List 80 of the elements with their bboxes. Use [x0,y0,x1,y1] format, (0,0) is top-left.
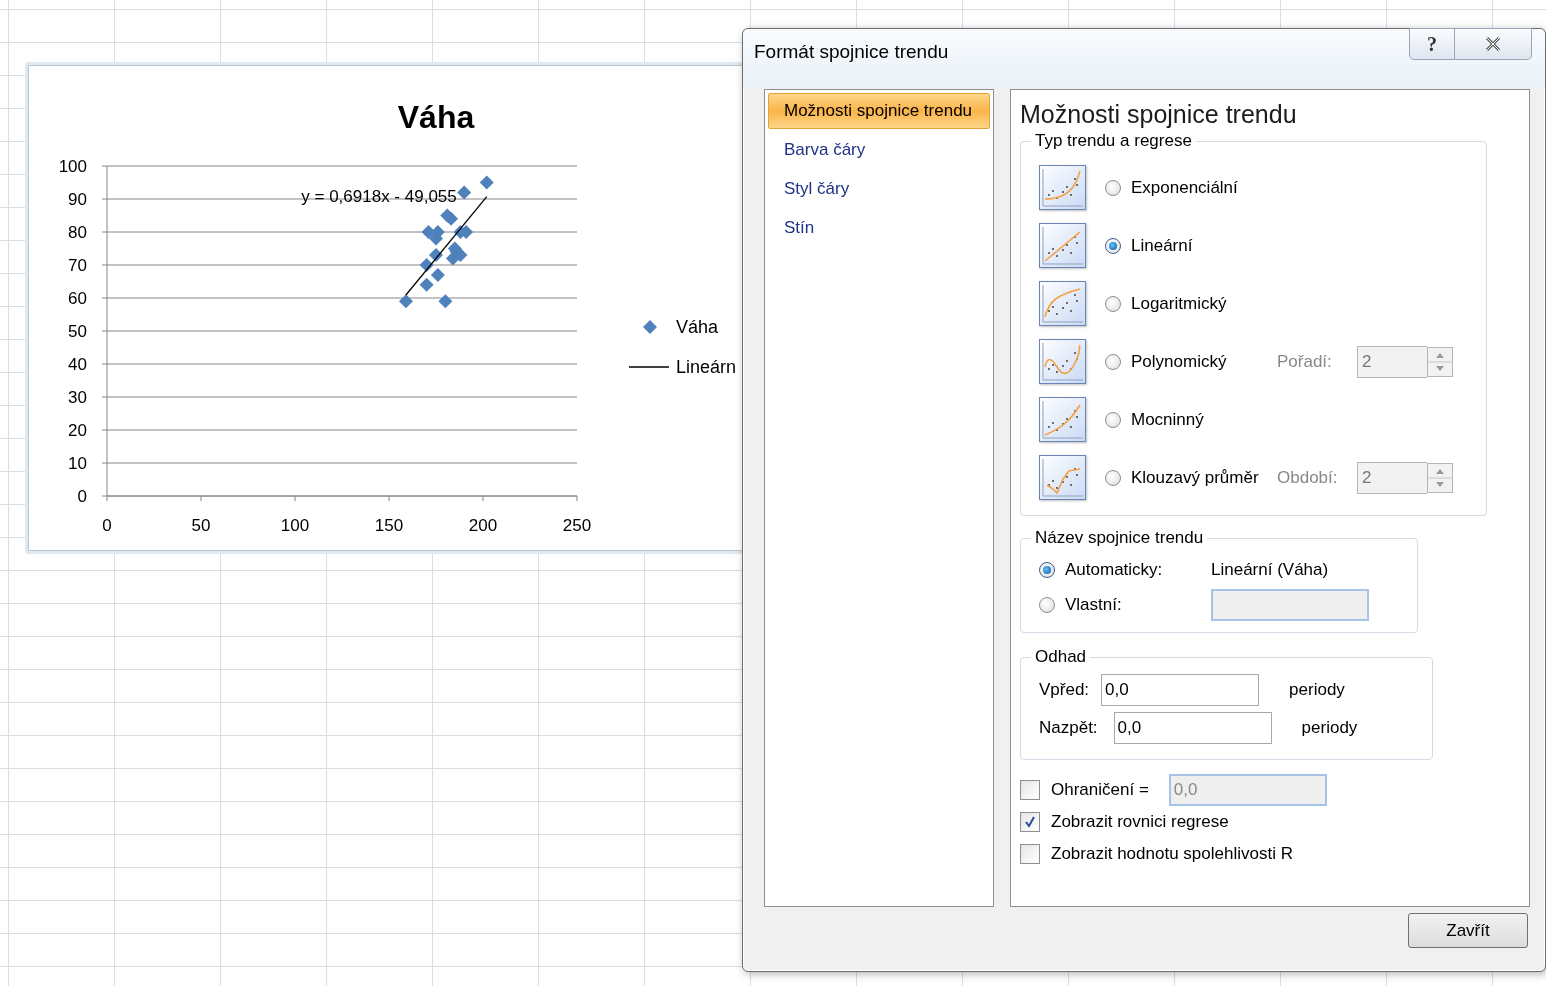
tick-label: 20 [68,421,87,440]
tick-label: 10 [68,454,87,473]
periods-field[interactable]: 0,0 [1101,674,1260,706]
trend-type-option[interactable]: Mocninný [1105,410,1277,430]
group-title: Typ trendu a regrese [1034,131,1193,151]
close-button[interactable] [1455,28,1532,60]
periods-field[interactable]: 0,0 [1113,712,1272,744]
trend-type-option[interactable]: Klouzavý průměr [1105,468,1277,488]
data-point [479,175,494,190]
trend-chart-icon [1039,339,1087,385]
field-label: Vpřed: [1039,680,1090,700]
help-button[interactable]: ? [1409,28,1455,60]
tick-label: 40 [68,355,87,374]
data-point [419,258,434,272]
tick-label: 50 [68,322,87,341]
legend-line-icon [628,366,670,368]
data-point [444,211,459,226]
data-point [430,225,445,239]
tick-label: 100 [280,516,310,535]
trend-chart-icon [1039,165,1087,211]
spin-arrows-icon[interactable] [1427,463,1453,493]
equation-label: y = 0,6918x - 49,055 [301,186,457,206]
tick-label: 150 [374,516,404,535]
trend-chart-icon [1039,223,1087,269]
tick-label: 200 [468,516,498,535]
close-icon [1484,36,1502,52]
tick-label: 30 [68,388,87,407]
trend-type-option[interactable]: Lineární [1105,236,1277,256]
category-item[interactable]: Stín [768,210,990,246]
tick-label: 60 [68,289,87,308]
data-point [398,294,413,309]
tick-label: 0 [102,516,112,535]
trend-type-option[interactable]: Polynomický [1105,352,1277,372]
spinner-label: Pořadí: [1277,352,1333,372]
category-item[interactable]: Styl čáry [768,171,990,207]
trend-chart-icon [1039,281,1087,327]
trend-chart-icon [1039,397,1087,443]
category-item[interactable]: Barva čáry [768,132,990,168]
chart-title: Váha [397,99,475,135]
radio-button[interactable] [1105,470,1121,486]
panel-heading: Možnosti spojnice trendu [1020,100,1298,129]
category-item[interactable]: Možnosti spojnice trendu [768,93,990,129]
checkmark-icon [1023,815,1037,829]
legend-label: Lineárn [676,357,737,377]
legend-marker-icon [643,320,657,334]
trend-type-option[interactable]: Logaritmický [1105,294,1277,314]
unit-label: periody [1289,680,1345,700]
tick-label: 70 [68,256,87,275]
tick-label: 90 [68,190,87,209]
radio-button[interactable] [1039,561,1055,578]
radio-button[interactable] [1105,180,1121,196]
auto-name: Lineární (Váha) [1211,559,1329,580]
option-checkbox[interactable]: Zobrazit rovnici regrese [1020,812,1229,832]
trend-chart-icon [1039,455,1087,501]
trend-type-option[interactable]: Exponenciální [1105,178,1277,198]
tick-label: 100 [58,157,87,176]
tick-label: 0 [77,487,87,506]
data-point [438,294,453,309]
data-point [457,185,472,200]
field-label: Nazpět: [1039,718,1098,738]
data-point [429,248,443,263]
tick-label: 80 [68,223,87,242]
tick-label: 250 [562,516,592,535]
option-checkbox[interactable]: Zobrazit hodnotu spolehlivosti R [1020,844,1293,864]
radio-button[interactable] [1105,238,1121,254]
radio-button[interactable] [1105,354,1121,370]
unit-label: periody [1301,718,1358,738]
name-option[interactable]: Automaticky: [1039,559,1211,580]
tick-label: 50 [191,516,211,535]
data-point [419,277,434,292]
group-title: Název spojnice trendu [1034,528,1205,548]
legend-label: Váha [676,317,719,337]
radio-button[interactable] [1105,296,1121,312]
data-point [430,267,445,282]
radio-button[interactable] [1105,412,1121,428]
group-title: Odhad [1034,647,1088,667]
spin-arrows-icon[interactable] [1427,347,1453,377]
close-button[interactable]: Zavřít [1408,913,1528,948]
spinner-label: Období: [1277,468,1339,488]
window-title: Formát spojnice trendu [754,41,949,63]
